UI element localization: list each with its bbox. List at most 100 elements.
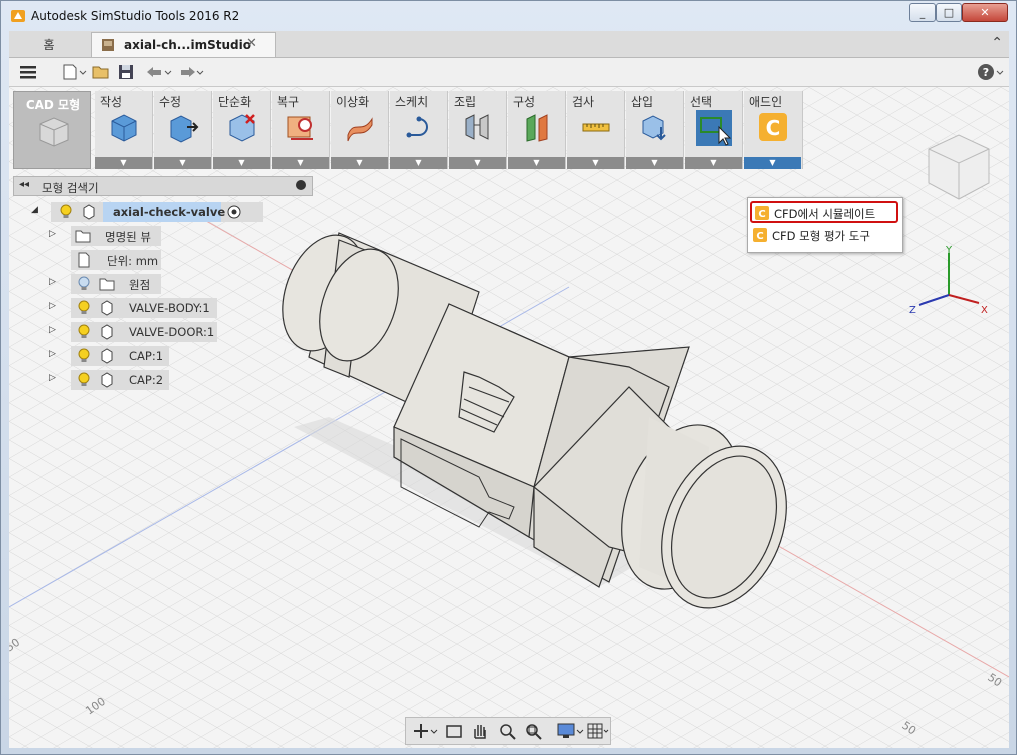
lightbulb-icon[interactable] (77, 372, 91, 388)
ribbon-repair[interactable]: 복구 ▼ (272, 91, 330, 169)
tree-root[interactable]: ◢ axial-check-valve (29, 202, 263, 222)
browser-title: 모형 검색기 (42, 181, 99, 195)
tab-document-label: axial-ch...imStudio (124, 38, 251, 52)
fit-window-icon[interactable] (524, 722, 544, 740)
component-icon (101, 324, 113, 340)
ribbon-modify[interactable]: 수정 ▼ (154, 91, 212, 169)
expand-icon[interactable]: ▷ (49, 325, 56, 335)
expand-icon[interactable]: ▷ (49, 301, 56, 311)
graphics-viewport[interactable]: 50 100 50 50 CAD 모형 작성 ▼ 수정 ▼ 단순화 ▼ 복구 ▼… (9, 87, 1009, 748)
expand-icon[interactable]: ▷ (49, 373, 56, 383)
ribbon-repair-dropdown[interactable]: ▼ (272, 157, 329, 169)
component-icon (83, 204, 95, 220)
ribbon-select[interactable]: 선택 ▼ (685, 91, 743, 169)
cube-icon (111, 114, 137, 142)
sketch-arc-icon (406, 116, 428, 138)
tree-node-valve-door-label: VALVE-DOOR:1 (129, 325, 215, 339)
close-button[interactable]: ✕ (962, 3, 1008, 22)
ribbon-select-dropdown[interactable]: ▼ (685, 157, 742, 169)
simplify-icon (229, 114, 255, 142)
ribbon-assemble-dropdown[interactable]: ▼ (449, 157, 506, 169)
ribbon-insert[interactable]: 삽입 ▼ (626, 91, 684, 169)
expand-icon[interactable]: ▷ (49, 229, 56, 239)
orbit-icon[interactable] (412, 722, 438, 740)
select-cursor-icon (696, 110, 732, 146)
ribbon-assemble[interactable]: 조립 ▼ (449, 91, 507, 169)
new-file-icon[interactable] (61, 62, 87, 82)
ribbon-sketch-label: 스케치 (395, 95, 429, 109)
cad-mode-panel[interactable]: CAD 모형 (13, 91, 91, 169)
document-icon (102, 39, 114, 51)
menu-item-simulate-in-cfd-label: CFD에서 시뮬레이트 (774, 207, 876, 221)
lightbulb-off-icon[interactable] (77, 276, 91, 292)
pan-hand-icon[interactable] (470, 722, 490, 740)
tree-node-units[interactable]: 단위: mm (49, 250, 209, 270)
tree-node-origin[interactable]: ▷ 원점 (49, 274, 209, 294)
folder-icon (75, 230, 91, 243)
ribbon-construct-dropdown[interactable]: ▼ (508, 157, 565, 169)
redo-icon[interactable] (175, 62, 205, 82)
ribbon-inspect[interactable]: 검사 ▼ (567, 91, 625, 169)
tree-node-origin-label: 원점 (129, 278, 151, 292)
activate-radio-icon[interactable] (227, 205, 241, 219)
tree-node-named-views-label: 명명된 뷰 (105, 230, 151, 244)
ribbon-idealize-label: 이상화 (336, 95, 370, 109)
tree-node-named-views[interactable]: ▷ 명명된 뷰 (49, 226, 209, 246)
ribbon-addins[interactable]: 애드인 C ▼ (744, 91, 803, 169)
tab-home[interactable]: 홈 (9, 33, 89, 57)
tree-node-valve-door[interactable]: ▷ VALVE-DOOR:1 (49, 322, 229, 342)
tab-close-icon[interactable]: ✕ (246, 36, 257, 51)
tree-node-valve-body[interactable]: ▷ VALVE-BODY:1 (49, 298, 229, 318)
lightbulb-icon[interactable] (77, 300, 91, 316)
tree-node-cap-2-label: CAP:2 (129, 373, 164, 387)
look-at-icon[interactable] (444, 722, 464, 740)
ribbon-idealize-dropdown[interactable]: ▼ (331, 157, 388, 169)
save-icon[interactable] (117, 62, 135, 82)
collapse-ribbon-icon[interactable]: ⌃ (991, 35, 1003, 51)
assemble-icon (465, 114, 489, 140)
hamburger-menu-icon[interactable] (19, 62, 37, 82)
lightbulb-icon[interactable] (77, 348, 91, 364)
lightbulb-icon[interactable] (59, 204, 73, 220)
open-folder-icon[interactable] (91, 62, 111, 82)
help-icon[interactable]: ? (977, 62, 1005, 82)
expand-icon[interactable]: ▷ (49, 277, 56, 287)
menu-item-simulate-in-cfd[interactable]: C CFD에서 시뮬레이트 (750, 201, 898, 223)
folder-icon (99, 278, 115, 291)
grid-settings-icon[interactable] (586, 722, 610, 740)
ribbon-create[interactable]: 작성 ▼ (95, 91, 153, 169)
undo-icon[interactable] (143, 62, 173, 82)
ribbon-inspect-dropdown[interactable]: ▼ (567, 157, 624, 169)
expand-icon[interactable]: ▷ (49, 349, 56, 359)
display-settings-icon[interactable] (556, 722, 584, 740)
ribbon-create-label: 작성 (100, 95, 123, 109)
expand-icon[interactable]: ◢ (31, 205, 38, 215)
ribbon-simplify[interactable]: 단순화 ▼ (213, 91, 271, 169)
ribbon-create-dropdown[interactable]: ▼ (95, 157, 152, 169)
ribbon-idealize[interactable]: 이상화 ▼ (331, 91, 389, 169)
ribbon-construct[interactable]: 구성 ▼ (508, 91, 566, 169)
tree-node-cap-2[interactable]: ▷ CAP:2 (49, 370, 189, 390)
document-page-icon (78, 252, 90, 268)
tree-node-cap-1-label: CAP:1 (129, 349, 164, 363)
ribbon-insert-dropdown[interactable]: ▼ (626, 157, 683, 169)
menu-item-cfd-model-assessment-label: CFD 모형 평가 도구 (772, 229, 870, 243)
collapse-browser-icon[interactable]: ◂◂ (19, 179, 29, 190)
zoom-icon[interactable] (498, 722, 518, 740)
ribbon-sketch[interactable]: 스케치 ▼ (390, 91, 448, 169)
axis-y-label: Y (945, 245, 953, 256)
browser-options-icon[interactable] (296, 180, 306, 190)
maximize-button[interactable]: □ (936, 3, 962, 22)
ribbon-addins-dropdown[interactable]: ▼ (744, 157, 801, 169)
svg-text:?: ? (983, 66, 989, 79)
view-cube[interactable] (919, 127, 999, 207)
ribbon-modify-dropdown[interactable]: ▼ (154, 157, 211, 169)
tree-node-cap-1[interactable]: ▷ CAP:1 (49, 346, 189, 366)
menu-item-cfd-model-assessment[interactable]: C CFD 모형 평가 도구 (750, 225, 898, 247)
lightbulb-icon[interactable] (77, 324, 91, 340)
tab-document[interactable]: axial-ch...imStudio ✕ (91, 32, 276, 57)
minimize-button[interactable]: _ (909, 3, 936, 22)
ribbon-sketch-dropdown[interactable]: ▼ (390, 157, 447, 169)
ribbon-simplify-dropdown[interactable]: ▼ (213, 157, 270, 169)
axis-triad: Y X Z (909, 245, 988, 316)
